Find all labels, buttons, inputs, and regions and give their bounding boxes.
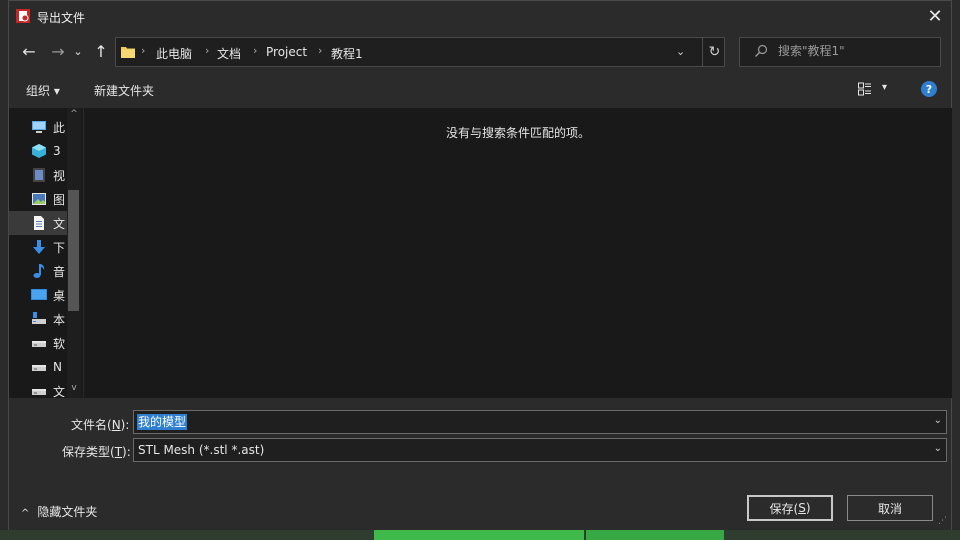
sidebar-item-label: 此 [53,120,66,135]
sidebar-scrollbar-thumb[interactable] [68,190,79,311]
breadcrumb-separator: › [253,44,258,57]
sidebar-item-local-disk[interactable]: 本 [9,307,71,331]
search-box[interactable] [739,37,941,67]
save-button[interactable]: 保存(S) [747,495,833,521]
forward-button[interactable]: → [47,40,69,62]
navigation-bar: ← → ⌄ ↑ › 此电脑 › 文档 › Project › 教程1 ⌄ ↻ [9,32,951,72]
breadcrumb-separator: › [205,44,210,57]
sidebar-item-drive[interactable]: 文 [9,379,71,398]
help-icon: ? [925,82,933,96]
sidebar-item-documents[interactable]: 文 [9,211,71,235]
breadcrumb-separator: › [318,44,323,57]
up-button[interactable]: ↑ [90,40,112,62]
toolbar: 组织 ▾ 新建文件夹 ▾ ? [9,72,951,108]
sidebar-item-drive[interactable]: 软 [9,331,71,355]
file-list-pane[interactable]: 没有与搜索条件匹配的项。 [84,108,952,398]
computer-icon [32,121,46,133]
save-options-panel: 文件名(N): 我的模型 ⌄ 保存类型(T): STL Mesh (*.stl … [9,398,951,530]
filename-combobox[interactable]: 我的模型 ⌄ [133,410,947,434]
drive-icon [32,365,46,371]
export-file-dialog: 导出文件 ✕ ← → ⌄ ↑ › 此电脑 › 文档 › Project › 教程… [8,0,952,530]
hide-folders-label: 隐藏文件夹 [37,505,98,519]
downloads-icon [33,240,45,254]
background-green-window [374,530,584,540]
filename-input[interactable]: 我的模型 [137,414,188,430]
sidebar-item-label: 本 [53,312,66,327]
filetype-label: 保存类型(T): [62,445,131,459]
close-icon: ✕ [927,6,943,27]
background-green-window-2 [586,530,724,540]
chevron-down-icon: ⌄ [73,44,83,58]
refresh-icon: ↻ [708,44,721,60]
address-bar[interactable]: › 此电脑 › 文档 › Project › 教程1 ⌄ ↻ [115,37,725,67]
chevron-up-icon: ^ [21,508,30,519]
sidebar-item-label: 音 [53,264,66,279]
back-button[interactable]: ← [18,40,40,62]
chevron-down-icon[interactable]: ⌄ [934,443,942,454]
documents-icon [34,216,44,230]
app-icon [16,9,30,23]
sidebar-item-this-pc[interactable]: 此 [9,115,71,139]
sidebar-item-music[interactable]: 音 [9,259,71,283]
view-dropdown-icon[interactable]: ▾ [882,82,887,93]
scroll-up-icon[interactable]: ^ [67,109,81,119]
scroll-down-icon[interactable]: v [67,383,81,393]
organize-menu[interactable]: 组织 ▾ [26,82,60,99]
sidebar-item-label: 软 [53,336,66,351]
help-button[interactable]: ? [921,81,937,97]
filename-label: 文件名(N): [71,418,130,432]
local-disk-icon [32,312,46,324]
filetype-select[interactable]: STL Mesh (*.stl *.ast) ⌄ [133,438,947,462]
view-options-icon[interactable] [858,82,872,96]
title-bar: 导出文件 ✕ [9,1,951,32]
videos-icon [33,168,45,182]
3d-objects-icon [32,144,46,158]
sidebar-item-3d-objects[interactable]: 3 [9,139,71,163]
empty-results-message: 没有与搜索条件匹配的项。 [445,126,590,140]
filetype-value: STL Mesh (*.stl *.ast) [138,443,265,457]
sidebar-item-label: 图 [53,192,66,207]
search-icon [755,44,768,57]
back-arrow-icon: ← [22,41,36,61]
sidebar-item-label: 桌 [53,288,66,303]
refresh-button[interactable]: ↻ [702,38,726,66]
sidebar-item-label: 视 [53,168,66,183]
sidebar-item-pictures[interactable]: 图 [9,187,71,211]
breadcrumb-this-pc[interactable]: 此电脑 [156,45,192,62]
sidebar-item-label: 下 [53,240,66,255]
window-title: 导出文件 [37,11,86,25]
folder-icon [121,47,135,58]
search-input[interactable] [778,44,928,58]
sidebar-item-label: 文 [53,216,66,231]
hide-folders-toggle[interactable]: ^ 隐藏文件夹 [21,503,97,520]
resize-grip-icon[interactable]: ⋰ [938,516,947,526]
desktop-icon [31,289,47,300]
music-icon [33,264,45,278]
address-dropdown-icon[interactable]: ⌄ [676,45,685,58]
recent-locations-button[interactable]: ⌄ [71,40,85,62]
cancel-button[interactable]: 取消 [847,495,933,521]
pictures-icon [32,193,46,205]
navigation-pane[interactable]: 此 3 视 图 文 下 音 桌 本 软 N 文 ^ v [9,108,83,398]
up-arrow-icon: ↑ [94,41,108,61]
forward-arrow-icon: → [51,41,65,61]
sidebar-item-videos[interactable]: 视 [9,163,71,187]
sidebar-item-drive[interactable]: N [9,355,71,379]
sidebar-item-label: 文 [53,384,66,399]
breadcrumb-tutorial1[interactable]: 教程1 [331,45,363,62]
drive-icon [32,341,46,347]
breadcrumb-project[interactable]: Project [266,45,307,59]
sidebar-item-desktop[interactable]: 桌 [9,283,71,307]
breadcrumb-documents[interactable]: 文档 [217,45,241,62]
drive-icon [32,389,46,395]
sidebar-item-label: N [53,360,62,374]
close-button[interactable]: ✕ [919,1,951,32]
chevron-down-icon[interactable]: ⌄ [934,415,942,426]
new-folder-button[interactable]: 新建文件夹 [94,82,154,99]
sidebar-item-downloads[interactable]: 下 [9,235,71,259]
sidebar-item-label: 3 [53,144,61,158]
breadcrumb-separator: › [141,44,146,57]
